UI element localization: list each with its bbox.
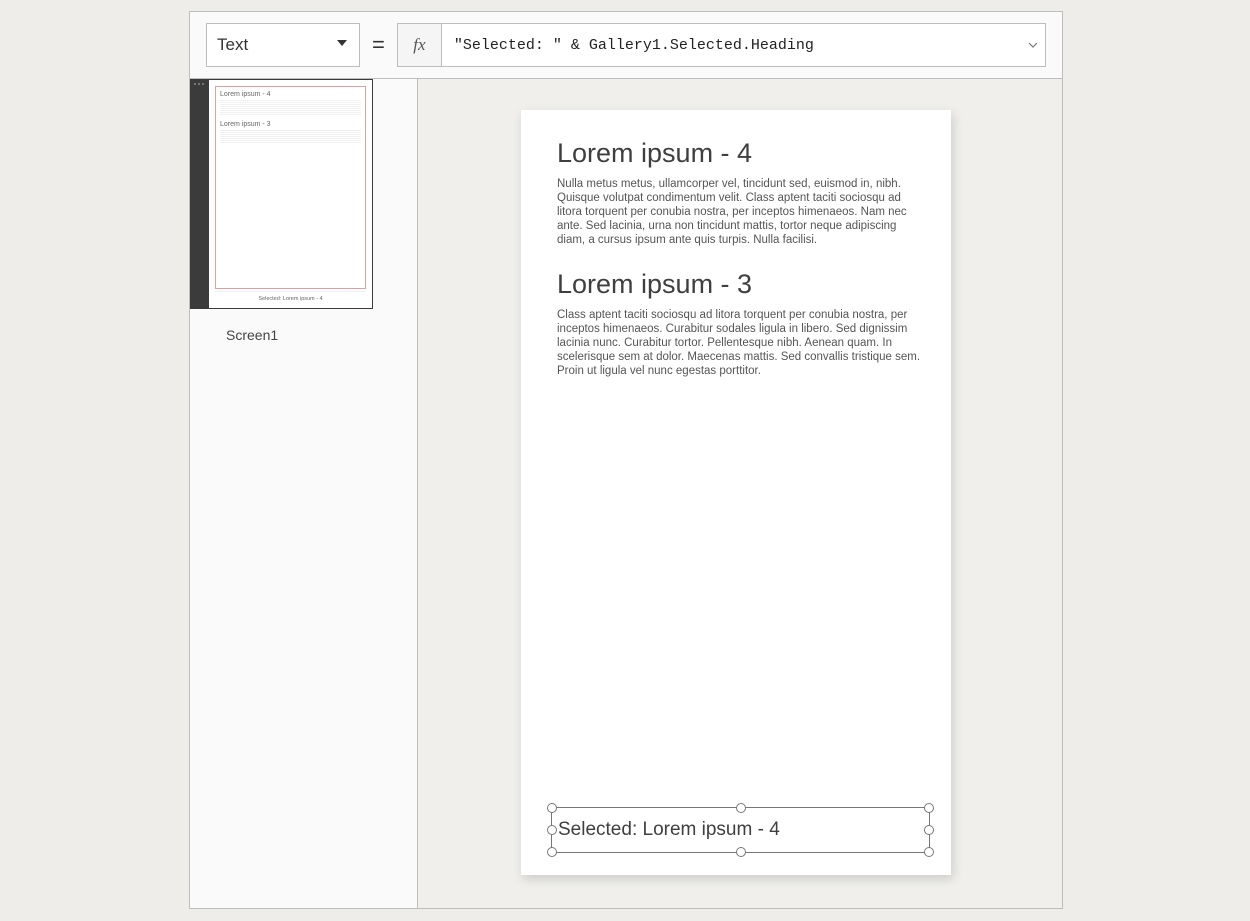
app-window: Text = fx Lorem ipsum - 4	[189, 11, 1063, 909]
thumb-body-1	[220, 100, 361, 116]
thumb-heading-1: Lorem ipsum - 4	[220, 91, 361, 98]
gallery-item-heading: Lorem ipsum - 3	[557, 269, 921, 300]
resize-handle-mr[interactable]	[924, 825, 934, 835]
canvas-area[interactable]: Lorem ipsum - 4 Nulla metus metus, ullam…	[418, 79, 1062, 908]
screen-thumbnail[interactable]: Lorem ipsum - 4 Lorem ipsum - 3 Selected…	[208, 79, 373, 309]
gallery-item-body: Nulla metus metus, ullamcorper vel, tinc…	[557, 177, 921, 247]
resize-handle-tc[interactable]	[736, 803, 746, 813]
gallery-item-heading: Lorem ipsum - 4	[557, 138, 921, 169]
gallery-item[interactable]: Lorem ipsum - 4 Nulla metus metus, ullam…	[557, 138, 921, 247]
resize-handle-br[interactable]	[924, 847, 934, 857]
formula-input[interactable]	[442, 24, 1021, 66]
thumb-gallery-outline: Lorem ipsum - 4 Lorem ipsum - 3	[215, 86, 366, 289]
equals-icon: =	[372, 32, 385, 58]
resize-handle-ml[interactable]	[547, 825, 557, 835]
gallery-control[interactable]: Lorem ipsum - 4 Nulla metus metus, ullam…	[521, 110, 951, 378]
gallery-item-body: Class aptent taciti sociosqu ad litora t…	[557, 308, 921, 378]
screen-canvas[interactable]: Lorem ipsum - 4 Nulla metus metus, ullam…	[521, 110, 951, 875]
resize-handle-bl[interactable]	[547, 847, 557, 857]
workspace: Lorem ipsum - 4 Lorem ipsum - 3 Selected…	[190, 79, 1062, 908]
thumb-drag-handle[interactable]	[190, 79, 208, 309]
thumb-body-2	[220, 130, 361, 144]
selected-label-control[interactable]: Selected: Lorem ipsum - 4	[551, 807, 930, 853]
thumb-selected-label: Selected: Lorem ipsum - 4	[215, 291, 366, 302]
thumb-heading-2: Lorem ipsum - 3	[220, 121, 361, 128]
resize-handle-tr[interactable]	[924, 803, 934, 813]
screen-name-label[interactable]: Screen1	[190, 309, 417, 343]
formula-field: fx	[397, 23, 1046, 67]
resize-handle-tl[interactable]	[547, 803, 557, 813]
screens-panel: Lorem ipsum - 4 Lorem ipsum - 3 Selected…	[190, 79, 418, 908]
property-dropdown-label: Text	[217, 35, 248, 55]
screen-thumbnail-row: Lorem ipsum - 4 Lorem ipsum - 3 Selected…	[190, 79, 417, 309]
gallery-item[interactable]: Lorem ipsum - 3 Class aptent taciti soci…	[557, 269, 921, 378]
formula-bar: Text = fx	[190, 12, 1062, 79]
formula-expand-button[interactable]	[1021, 24, 1045, 66]
property-dropdown[interactable]: Text	[206, 23, 360, 67]
chevron-down-icon	[335, 35, 349, 55]
resize-handle-bc[interactable]	[736, 847, 746, 857]
fx-icon: fx	[398, 24, 442, 66]
selected-label-text: Selected: Lorem ipsum - 4	[558, 819, 780, 841]
